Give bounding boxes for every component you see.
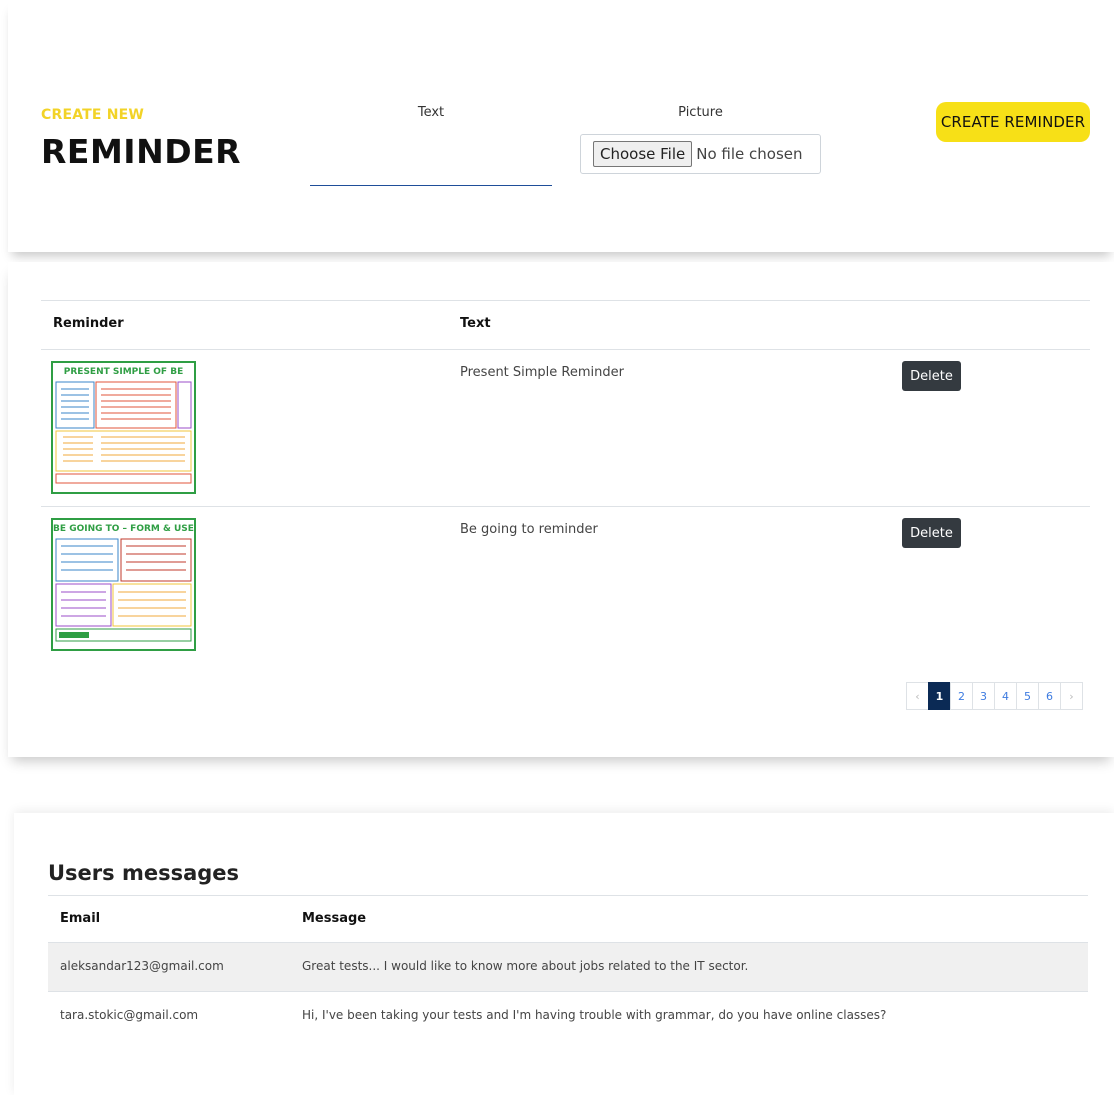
message-text: Hi, I've been taking your tests and I'm …	[302, 1008, 887, 1022]
reminder-image-title: BE GOING TO – FORM & USE	[53, 524, 194, 534]
column-header-email: Email	[60, 911, 101, 926]
page-link-1[interactable]: 1	[928, 682, 951, 710]
page-link-2[interactable]: 2	[950, 682, 973, 710]
page-link-4[interactable]: 4	[994, 682, 1017, 710]
pagination-next-icon[interactable]: ›	[1060, 682, 1083, 710]
delete-button[interactable]: Delete	[902, 518, 961, 548]
table-top-border	[41, 300, 1090, 301]
picture-file-input[interactable]: Choose File No file chosen	[580, 134, 821, 174]
page-link-5[interactable]: 5	[1016, 682, 1039, 710]
file-status-text: No file chosen	[696, 145, 803, 163]
reminder-text: Present Simple Reminder	[460, 365, 624, 380]
table-row: aleksandar123@gmail.com Great tests... I…	[48, 943, 1088, 991]
table-row: BE GOING TO – FORM & USE Be going to rem…	[41, 506, 1090, 663]
reminder-image-title: PRESENT SIMPLE OF BE	[63, 367, 184, 377]
reminder-image: BE GOING TO – FORM & USE	[51, 518, 196, 651]
reminders-card: Reminder Text PRESENT SIMPLE OF BE Prese…	[8, 262, 1114, 757]
title-divider	[48, 895, 1088, 896]
pagination-prev-icon[interactable]: ‹	[906, 682, 929, 710]
grammar-chart-graphic	[55, 538, 192, 642]
pagination: ‹ 1 2 3 4 5 6 ›	[906, 682, 1083, 710]
message-email: tara.stokic@gmail.com	[60, 1008, 199, 1022]
text-field-label: Text	[417, 105, 445, 120]
create-new-label: CREATE NEW	[41, 107, 145, 123]
reminder-text-input[interactable]	[310, 150, 552, 186]
create-reminder-button[interactable]: CREATE REMINDER	[936, 102, 1090, 142]
message-text: Great tests... I would like to know more…	[302, 959, 749, 973]
table-row: tara.stokic@gmail.com Hi, I've been taki…	[48, 992, 1088, 1040]
table-row: PRESENT SIMPLE OF BE Present Simple Remi…	[41, 349, 1090, 506]
column-header-message: Message	[302, 911, 367, 926]
page-link-6[interactable]: 6	[1038, 682, 1061, 710]
grammar-chart-graphic	[55, 381, 192, 484]
user-messages-card: Users messages Email Message aleksandar1…	[14, 813, 1114, 1095]
reminder-image: PRESENT SIMPLE OF BE	[51, 361, 196, 494]
delete-button[interactable]: Delete	[902, 361, 961, 391]
page-link-3[interactable]: 3	[972, 682, 995, 710]
reminder-text: Be going to reminder	[460, 522, 598, 537]
page-title: REMINDER	[41, 132, 242, 171]
column-header-text: Text	[460, 316, 491, 331]
create-reminder-card: CREATE NEW REMINDER Text Picture Choose …	[8, 0, 1114, 252]
column-header-reminder: Reminder	[53, 316, 124, 331]
choose-file-button[interactable]: Choose File	[593, 141, 693, 167]
message-email: aleksandar123@gmail.com	[60, 959, 224, 973]
messages-title: Users messages	[48, 861, 240, 885]
picture-field-label: Picture	[678, 105, 723, 120]
